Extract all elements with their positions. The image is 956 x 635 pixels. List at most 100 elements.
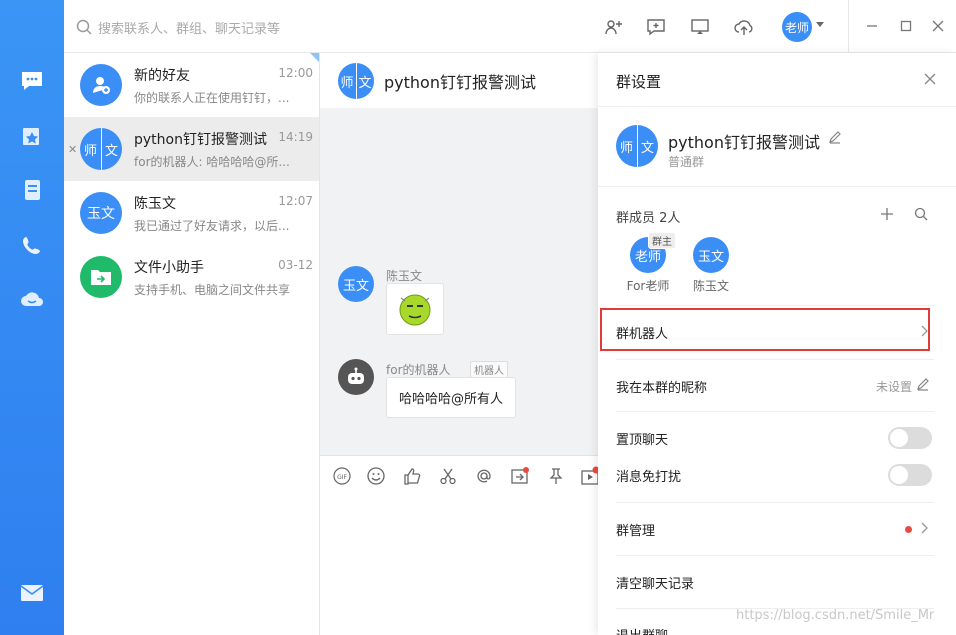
mail-icon[interactable] <box>19 580 45 606</box>
group-info: 师 文 python钉钉报警测试 普通群 <box>598 107 956 187</box>
conversation-preview: 你的联系人正在使用钉钉，... <box>134 89 294 106</box>
owner-badge: 群主 <box>648 232 676 249</box>
add-member-icon[interactable] <box>880 207 896 223</box>
group-avatar: 师 文 <box>80 128 122 170</box>
robot-avatar-icon[interactable] <box>338 359 374 395</box>
avatar-right-text: 文 <box>356 72 374 91</box>
group-avatar: 师 文 <box>338 63 374 99</box>
close-icon[interactable]: ✕ <box>68 143 77 156</box>
text-message[interactable]: 哈哈哈哈@所有人 <box>386 377 516 418</box>
conversation-time: 14:19 <box>278 130 313 144</box>
avatar-left-text: 师 <box>80 140 101 159</box>
row-label: 退出群聊 <box>616 625 668 635</box>
conversation-item[interactable]: 文件小助手 03-12 支持手机、电脑之间文件共享 <box>64 245 319 309</box>
message-sender: 陈玉文 <box>386 267 422 284</box>
left-rail <box>0 0 64 635</box>
work-icon[interactable] <box>19 123 45 149</box>
notification-dot <box>905 526 912 533</box>
panel-header: 群设置 <box>598 53 956 107</box>
conversation-name: 新的好友 <box>134 65 190 85</box>
minimize-icon[interactable] <box>864 18 880 34</box>
edit-icon[interactable] <box>828 130 842 144</box>
chat-icon[interactable] <box>19 68 45 94</box>
group-manage-row[interactable]: 群管理 <box>616 502 934 554</box>
mute-row: 消息免打扰 <box>616 449 934 501</box>
top-bar: 搜索联系人、群组、聊天记录等 老师 <box>64 0 956 53</box>
conversation-name: 文件小助手 <box>134 257 204 277</box>
close-icon[interactable] <box>922 71 938 87</box>
share-icon[interactable] <box>510 466 530 486</box>
row-label: 清空聊天记录 <box>616 573 694 592</box>
message-sender: for的机器人 <box>386 361 451 378</box>
chevron-down-icon[interactable] <box>816 22 824 27</box>
folder-icon <box>80 256 122 298</box>
member-name: For老师 <box>618 277 678 294</box>
my-avatar[interactable]: 老师 <box>782 12 812 42</box>
avatar: 玉文 <box>693 237 729 273</box>
video-icon[interactable] <box>580 466 600 486</box>
search-icon <box>76 19 92 35</box>
avatar[interactable]: 玉文 <box>338 266 374 302</box>
close-window-icon[interactable] <box>930 18 946 34</box>
panel-title: 群设置 <box>616 71 661 92</box>
cloud-upload-icon[interactable] <box>732 15 756 39</box>
mention-icon[interactable] <box>474 466 494 486</box>
member-name: 陈玉文 <box>681 277 741 294</box>
member-item[interactable]: 玉文 陈玉文 <box>681 237 741 294</box>
chat-area: 师 文 python钉钉报警测试 玉文 陈玉文 for的机器人 机器人 哈哈哈哈… <box>320 53 598 635</box>
row-label: 消息免打扰 <box>616 466 681 485</box>
clear-history-row[interactable]: 清空聊天记录 <box>616 555 934 607</box>
row-label: 群管理 <box>616 520 655 539</box>
conversation-time: 12:00 <box>278 66 313 80</box>
scissors-icon[interactable] <box>438 466 458 486</box>
search-box[interactable]: 搜索联系人、群组、聊天记录等 <box>76 16 280 38</box>
emoji-icon[interactable] <box>366 466 386 486</box>
edit-icon[interactable] <box>916 377 930 391</box>
message-input[interactable] <box>320 495 598 635</box>
conversation-time: 03-12 <box>278 258 313 272</box>
add-contact-icon[interactable] <box>602 15 626 39</box>
sticker-message[interactable] <box>386 283 444 335</box>
conversation-preview: for的机器人: 哈哈哈哈@所... <box>134 153 294 170</box>
sticker-face-icon <box>387 284 443 334</box>
pin-chat-toggle[interactable] <box>888 427 932 449</box>
maximize-icon[interactable] <box>898 18 914 34</box>
group-avatar[interactable]: 师 文 <box>616 125 658 167</box>
watermark: https://blog.csdn.net/Smile_Mr <box>736 608 934 623</box>
avatar-left-text: 师 <box>338 72 356 91</box>
svg-text:GIF: GIF <box>337 474 347 481</box>
conversation-item[interactable]: 玉文 陈玉文 12:07 我已通过了好友请求，以后... <box>64 181 319 245</box>
user-add-icon <box>80 64 122 106</box>
group-type: 普通群 <box>668 153 704 170</box>
conversation-item[interactable]: 新的好友 12:00 你的联系人正在使用钉钉，... <box>64 53 319 117</box>
chat-title: python钉钉报警测试 <box>384 69 536 93</box>
row-label: 置顶聊天 <box>616 429 668 448</box>
group-name: python钉钉报警测试 <box>668 129 820 153</box>
avatar-right-text: 文 <box>101 140 122 159</box>
search-input[interactable]: 搜索联系人、群组、聊天记录等 <box>98 18 280 37</box>
gif-icon[interactable]: GIF <box>332 466 352 486</box>
screen-share-icon[interactable] <box>688 15 712 39</box>
conversation-item-active[interactable]: ✕ 师 文 python钉钉报警测试 14:19 for的机器人: 哈哈哈哈@所… <box>64 117 319 181</box>
phone-icon[interactable] <box>19 232 45 258</box>
pin-icon[interactable] <box>546 466 566 486</box>
search-icon[interactable] <box>914 207 930 223</box>
avatar-left-text: 师 <box>616 137 637 156</box>
chevron-right-icon <box>920 522 930 534</box>
nickname-row[interactable]: 我在本群的昵称 未设置 <box>616 359 934 411</box>
conversation-list: 新的好友 12:00 你的联系人正在使用钉钉，... ✕ 师 文 python钉… <box>64 53 320 635</box>
conversation-preview: 支持手机、电脑之间文件共享 <box>134 281 294 298</box>
avatar-right-text: 文 <box>637 137 658 156</box>
highlight-box <box>600 308 930 351</box>
thumbs-up-icon[interactable] <box>402 466 422 486</box>
mute-toggle[interactable] <box>888 464 932 486</box>
nickname-value: 未设置 <box>876 378 912 395</box>
row-label: 我在本群的昵称 <box>616 377 707 396</box>
conversation-name: python钉钉报警测试 <box>134 129 267 149</box>
chat-toolbar: GIF <box>320 455 598 495</box>
cloud-icon[interactable] <box>19 286 45 312</box>
chat-header: 师 文 python钉钉报警测试 <box>320 53 598 108</box>
new-chat-icon[interactable] <box>644 15 668 39</box>
conversation-time: 12:07 <box>278 194 313 208</box>
contacts-icon[interactable] <box>19 177 45 203</box>
